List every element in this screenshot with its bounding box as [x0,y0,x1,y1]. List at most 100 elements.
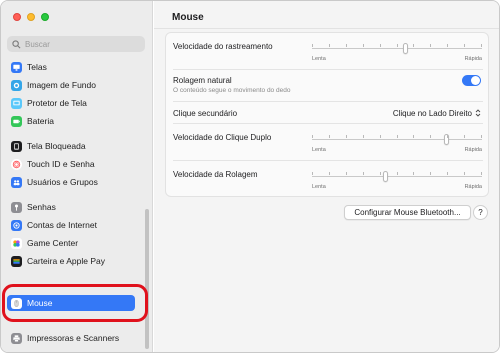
scroll-speed-row: Velocidade da Rolagem Lenta Rápida [166,161,490,197]
scroll-speed-label: Velocidade da Rolagem [173,170,258,179]
slider-tick [346,44,347,47]
slider-tick [312,44,313,47]
window-controls [13,13,49,21]
settings-window: Telas Imagem de Fundo Protetor de Tela B… [0,0,500,353]
configure-bluetooth-mouse-button[interactable]: Configurar Mouse Bluetooth... [344,205,471,220]
zoom-window-button[interactable] [41,13,49,21]
chevron-updown-icon[interactable] [474,108,482,118]
slider-max-label: Rápida [464,184,482,190]
wallpaper-icon [11,79,22,91]
slider-tick [447,172,448,175]
sidebar-item-senhas[interactable]: Senhas [7,199,137,215]
wallet-icon [11,255,22,267]
highlight-annotation [2,284,148,322]
sidebar-item-telas[interactable]: Telas [7,59,137,75]
double-click-label: Velocidade do Clique Duplo [173,133,272,142]
slider-tick [413,135,414,138]
sidebar-item-game-center[interactable]: Game Center [7,235,137,251]
slider-tick [430,44,431,47]
slider-knob[interactable] [403,43,408,54]
slider-min-label: Lenta [312,147,326,153]
sidebar-item-tela-bloqueada[interactable]: Tela Bloqueada [7,138,137,154]
sidebar-scrollbar[interactable] [145,209,149,349]
sidebar-item-protetor-de-tela[interactable]: Protetor de Tela [7,95,137,111]
slider-tick [464,172,465,175]
search-icon [12,39,21,48]
battery-icon [11,115,22,127]
help-button[interactable]: ? [473,205,488,220]
search-field[interactable] [7,36,145,52]
tracking-speed-label: Velocidade do rastreamento [173,42,273,51]
minimize-window-button[interactable] [27,13,35,21]
sidebar-item-label: Contas de Internet [27,220,97,230]
page-title: Mouse [172,12,204,23]
sidebar-item-impressoras-e-scanners[interactable]: Impressoras e Scanners [7,330,137,346]
search-input[interactable] [25,39,135,49]
secondary-click-label: Clique secundário [173,109,238,118]
secondary-click-row: Clique secundário Clique no Lado Direito [166,102,490,123]
fingerprint-icon [11,158,22,170]
slider-knob[interactable] [383,171,388,182]
slider-tick [397,44,398,47]
sidebar-item-label: Tela Bloqueada [27,141,86,151]
sidebar-item-carteira-e-apple-pay[interactable]: Carteira e Apple Pay [7,253,137,269]
slider-track [312,176,482,177]
sidebar-item-label: Touch ID e Senha [27,159,95,169]
users-icon [11,176,22,188]
slider-tick [329,135,330,138]
slider-max-label: Rápida [464,56,482,62]
sidebar-item-touch-id[interactable]: Touch ID e Senha [7,156,137,172]
mouse-settings-panel: Velocidade do rastreamento Lenta Rápida … [165,32,489,197]
title-divider [154,28,499,29]
main-content: Mouse Velocidade do rastreamento Lenta R… [154,1,499,352]
slider-tick [312,135,313,138]
slider-tick [430,172,431,175]
slider-tick [464,135,465,138]
secondary-click-select[interactable]: Clique no Lado Direito [393,109,472,118]
screensaver-icon [11,97,22,109]
slider-tick [413,172,414,175]
slider-tick [346,135,347,138]
slider-tick [413,44,414,47]
tracking-speed-slider[interactable]: Lenta Rápida [312,43,482,67]
slider-track [312,139,482,140]
sidebar-item-label: Carteira e Apple Pay [27,256,105,266]
sidebar-item-label: Bateria [27,116,54,126]
key-icon [11,201,22,213]
scroll-speed-slider[interactable]: Lenta Rápida [312,171,482,195]
close-window-button[interactable] [13,13,21,21]
slider-tick [346,172,347,175]
slider-tick [430,135,431,138]
double-click-slider[interactable]: Lenta Rápida [312,134,482,158]
sidebar: Telas Imagem de Fundo Protetor de Tela B… [1,1,153,352]
natural-scroll-description: O conteúdo segue o movimento do dedo [173,87,291,94]
sidebar-item-label: Impressoras e Scanners [27,333,120,343]
sidebar-item-bateria[interactable]: Bateria [7,113,137,129]
slider-tick [481,135,482,138]
slider-max-label: Rápida [464,147,482,153]
sidebar-item-imagem-de-fundo[interactable]: Imagem de Fundo [7,77,137,93]
sidebar-item-usuarios-e-grupos[interactable]: Usuários e Grupos [7,174,137,190]
slider-tick [363,172,364,175]
sidebar-item-label: Senhas [27,202,56,212]
natural-scroll-label: Rolagem natural [173,76,232,85]
slider-tick [312,172,313,175]
slider-tick [481,44,482,47]
sidebar-item-label: Protetor de Tela [27,98,87,108]
sidebar-item-contas-de-internet[interactable]: Contas de Internet [7,217,137,233]
slider-tick [329,172,330,175]
natural-scroll-toggle[interactable] [462,75,481,86]
slider-tick [481,172,482,175]
lock-screen-icon [11,140,22,152]
game-center-icon [11,237,22,249]
sidebar-item-label: Imagem de Fundo [27,80,96,90]
sidebar-item-label: Telas [27,62,47,72]
slider-tick [380,44,381,47]
at-icon [11,219,22,231]
natural-scroll-row: Rolagem natural O conteúdo segue o movim… [166,70,490,101]
sidebar-item-label: Game Center [27,238,79,248]
sidebar-item-label: Usuários e Grupos [27,177,98,187]
slider-min-label: Lenta [312,184,326,190]
double-click-row: Velocidade do Clique Duplo Lenta Rápida [166,124,490,160]
slider-tick [464,44,465,47]
